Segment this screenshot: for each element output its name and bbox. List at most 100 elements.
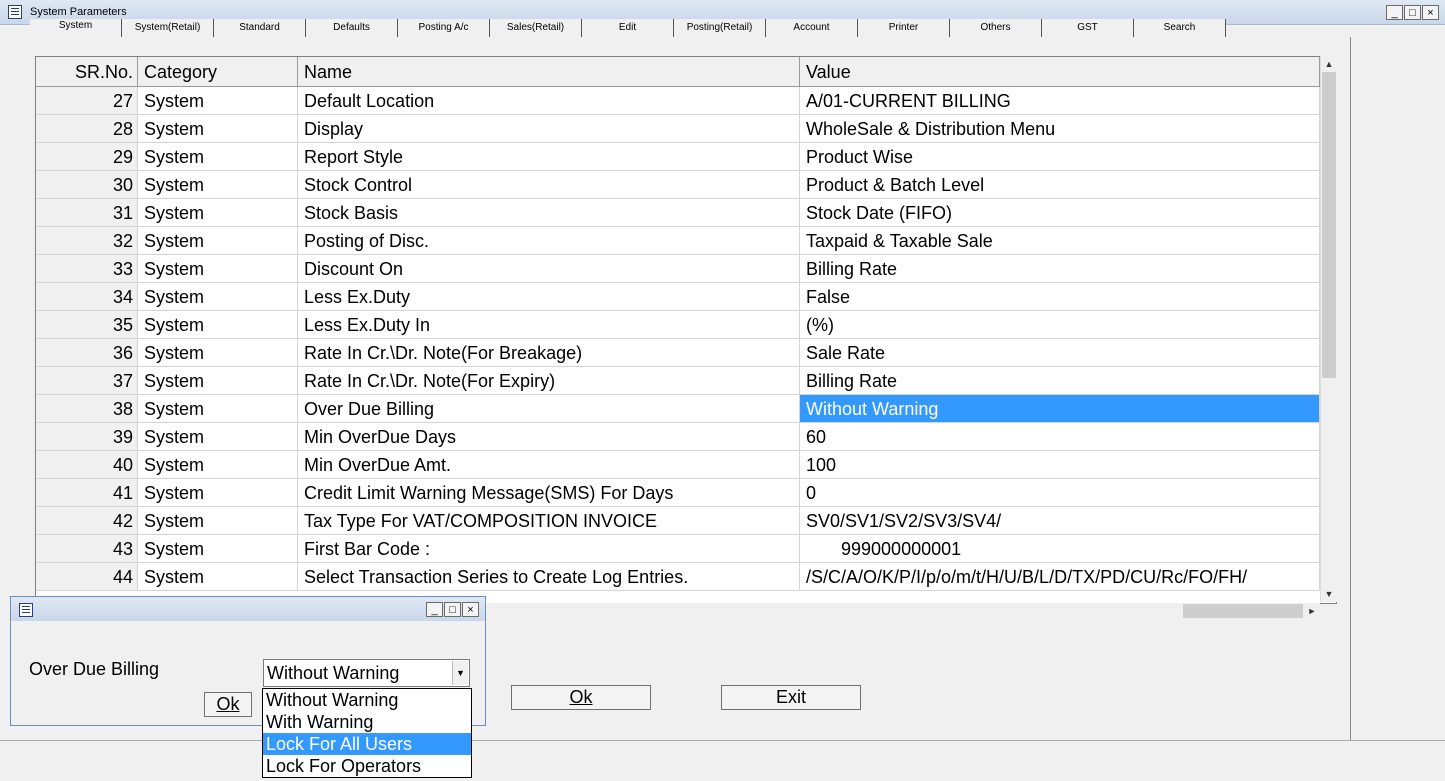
tab-posting-ac[interactable]: Posting A/c [398,19,490,37]
name-cell[interactable]: Tax Type For VAT/COMPOSITION INVOICE [298,507,800,535]
dialog-minimize-button[interactable]: _ [426,602,443,617]
table-row[interactable]: 41 System Credit Limit Warning Message(SMS… [36,479,1320,507]
name-cell[interactable]: Default Location [298,87,800,115]
table-row[interactable]: 31 System Stock Basis Stock Date (FIFO) [36,199,1320,227]
name-cell[interactable]: Over Due Billing [298,395,800,423]
tab-search[interactable]: Search [1134,19,1226,37]
value-cell[interactable]: Billing Rate [800,367,1320,395]
scroll-up-icon[interactable]: ▲ [1321,56,1337,72]
category-cell[interactable]: System [138,283,298,311]
column-header-sr-no[interactable]: SR.No. [36,57,138,87]
value-cell[interactable]: 0 [800,479,1320,507]
category-cell[interactable]: System [138,199,298,227]
table-row[interactable]: 44 System Select Transaction Series to Cre… [36,563,1320,591]
dialog-ok-button[interactable]: Ok [204,692,252,717]
category-cell[interactable]: System [138,367,298,395]
tab-others[interactable]: Others [950,19,1042,37]
value-cell[interactable]: Stock Date (FIFO) [800,199,1320,227]
table-row[interactable]: 33 System Discount On Billing Rate [36,255,1320,283]
category-cell[interactable]: System [138,563,298,591]
table-row[interactable]: 36 System Rate In Cr.\Dr. Note(For Breakag… [36,339,1320,367]
table-row[interactable]: 42 System Tax Type For VAT/COMPOSITION INV… [36,507,1320,535]
name-cell[interactable]: Less Ex.Duty [298,283,800,311]
table-row[interactable]: 28 System Display WholeSale & Distribution … [36,115,1320,143]
column-header-category[interactable]: Category [138,57,298,87]
tab-gst[interactable]: GST [1042,19,1134,37]
sr-no-cell[interactable]: 28 [36,115,138,143]
sr-no-cell[interactable]: 44 [36,563,138,591]
name-cell[interactable]: Stock Basis [298,199,800,227]
sr-no-cell[interactable]: 34 [36,283,138,311]
over-due-billing-select[interactable]: Without Warning ▼ [263,659,470,687]
grid-vertical-scrollbar[interactable]: ▲ ▼ [1320,56,1337,602]
value-cell[interactable]: 999000000001 [800,535,1320,563]
sr-no-cell[interactable]: 27 [36,87,138,115]
ok-button[interactable]: Ok [511,685,651,710]
value-cell[interactable]: Sale Rate [800,339,1320,367]
table-row[interactable]: 32 System Posting of Disc. Taxpaid & Taxabl… [36,227,1320,255]
value-cell[interactable]: 60 [800,423,1320,451]
table-row[interactable]: 35 System Less Ex.Duty In (%) [36,311,1320,339]
close-button[interactable]: × [1422,5,1439,20]
tab-sales-retail[interactable]: Sales(Retail) [490,19,582,37]
value-cell[interactable]: SV0/SV1/SV2/SV3/SV4/ [800,507,1320,535]
horizontal-scroll-thumb[interactable] [1183,604,1303,618]
table-row[interactable]: 39 System Min OverDue Days 60 [36,423,1320,451]
name-cell[interactable]: Less Ex.Duty In [298,311,800,339]
tab-standard[interactable]: Standard [214,19,306,37]
sr-no-cell[interactable]: 38 [36,395,138,423]
value-cell[interactable]: Billing Rate [800,255,1320,283]
table-row[interactable]: 29 System Report Style Product Wise [36,143,1320,171]
category-cell[interactable]: System [138,535,298,563]
category-cell[interactable]: System [138,507,298,535]
scroll-right-icon[interactable]: ► [1304,603,1320,619]
sr-no-cell[interactable]: 36 [36,339,138,367]
category-cell[interactable]: System [138,255,298,283]
maximize-button[interactable]: □ [1404,5,1421,20]
value-cell[interactable]: Taxpaid & Taxable Sale [800,227,1320,255]
tab-account[interactable]: Account [766,19,858,37]
sr-no-cell[interactable]: 33 [36,255,138,283]
category-cell[interactable]: System [138,423,298,451]
sr-no-cell[interactable]: 29 [36,143,138,171]
value-cell[interactable]: 100 [800,451,1320,479]
sr-no-cell[interactable]: 30 [36,171,138,199]
column-header-name[interactable]: Name [298,57,800,87]
sr-no-cell[interactable]: 37 [36,367,138,395]
category-cell[interactable]: System [138,143,298,171]
value-cell[interactable]: Product & Batch Level [800,171,1320,199]
value-cell[interactable]: (%) [800,311,1320,339]
sr-no-cell[interactable]: 43 [36,535,138,563]
dropdown-option[interactable]: Lock For Operators [263,755,471,777]
name-cell[interactable]: Select Transaction Series to Create Log … [298,563,800,591]
name-cell[interactable]: Display [298,115,800,143]
name-cell[interactable]: Min OverDue Days [298,423,800,451]
name-cell[interactable]: Discount On [298,255,800,283]
sr-no-cell[interactable]: 32 [36,227,138,255]
scroll-down-icon[interactable]: ▼ [1321,586,1337,602]
category-cell[interactable]: System [138,339,298,367]
sr-no-cell[interactable]: 35 [36,311,138,339]
tab-printer[interactable]: Printer [858,19,950,37]
tab-posting-retail[interactable]: Posting(Retail) [674,19,766,37]
name-cell[interactable]: Report Style [298,143,800,171]
value-cell[interactable]: WholeSale & Distribution Menu [800,115,1320,143]
table-row[interactable]: 38 System Over Due Billing Without Warning [36,395,1320,423]
name-cell[interactable]: Posting of Disc. [298,227,800,255]
sr-no-cell[interactable]: 40 [36,451,138,479]
category-cell[interactable]: System [138,171,298,199]
parameters-grid[interactable]: SR.No. Category Name Value 27 System Defau… [35,56,1337,604]
table-row[interactable]: 40 System Min OverDue Amt. 100 [36,451,1320,479]
dropdown-option[interactable]: Without Warning [263,689,471,711]
value-cell[interactable]: False [800,283,1320,311]
value-cell[interactable]: /S/C/A/O/K/P/I/p/o/m/t/H/U/B/L/D/TX/PD/C… [800,563,1320,591]
table-row[interactable]: 27 System Default Location A/01-CURRENT BIL… [36,87,1320,115]
sr-no-cell[interactable]: 41 [36,479,138,507]
value-cell[interactable]: A/01-CURRENT BILLING [800,87,1320,115]
column-header-value[interactable]: Value [800,57,1320,87]
dialog-maximize-button[interactable]: □ [444,602,461,617]
chevron-down-icon[interactable]: ▼ [452,661,468,685]
minimize-button[interactable]: _ [1386,5,1403,20]
name-cell[interactable]: Rate In Cr.\Dr. Note(For Expiry) [298,367,800,395]
name-cell[interactable]: First Bar Code : [298,535,800,563]
